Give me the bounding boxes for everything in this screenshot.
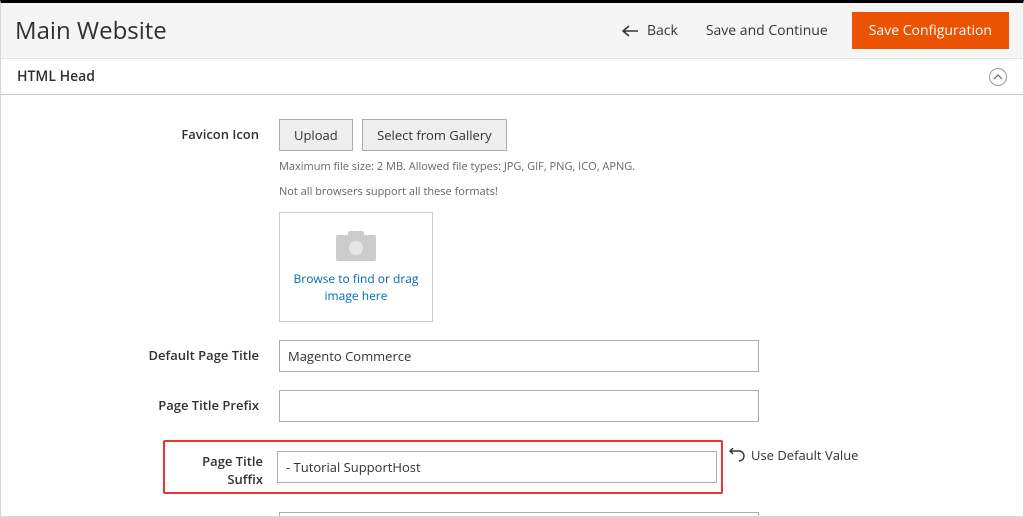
back-button[interactable]: Back xyxy=(621,21,678,40)
collapse-icon[interactable] xyxy=(989,68,1007,86)
back-label: Back xyxy=(647,21,678,40)
uploader-text: Browse to find or drag image here xyxy=(280,271,432,305)
undo-icon xyxy=(729,448,745,462)
favicon-hint-browser: Not all browsers support all these forma… xyxy=(279,184,759,201)
save-configuration-button[interactable]: Save Configuration xyxy=(852,12,1009,49)
use-default-value-label: Use Default Value xyxy=(751,446,858,464)
section-header-html-head[interactable]: HTML Head xyxy=(1,59,1023,95)
camera-icon xyxy=(334,229,378,263)
default-page-title-input[interactable] xyxy=(279,340,759,372)
favicon-label: Favicon Icon xyxy=(17,119,279,143)
page-title-prefix-input[interactable] xyxy=(279,390,759,422)
favicon-hint-filetypes: Maximum file size: 2 MB. Allowed file ty… xyxy=(279,159,759,176)
default-meta-description-label: Default Meta Description xyxy=(17,512,279,517)
page-title-suffix-input[interactable] xyxy=(277,451,717,483)
page-title-suffix-highlight: Page Title Suffix xyxy=(163,440,723,494)
save-and-continue-button[interactable]: Save and Continue xyxy=(706,21,828,40)
default-meta-description-input[interactable] xyxy=(279,512,759,517)
arrow-left-icon xyxy=(621,25,639,37)
page-title-prefix-label: Page Title Prefix xyxy=(17,390,279,414)
image-uploader[interactable]: Browse to find or drag image here xyxy=(279,212,433,322)
section-title: HTML Head xyxy=(17,67,989,86)
page-title-suffix-label: Page Title Suffix xyxy=(169,446,277,488)
select-from-gallery-button[interactable]: Select from Gallery xyxy=(362,119,507,151)
default-page-title-label: Default Page Title xyxy=(17,340,279,364)
upload-button[interactable]: Upload xyxy=(279,119,353,151)
page-title: Main Website xyxy=(15,14,621,47)
chevron-up-icon xyxy=(993,74,1003,80)
use-default-value-button[interactable]: Use Default Value xyxy=(729,446,858,464)
